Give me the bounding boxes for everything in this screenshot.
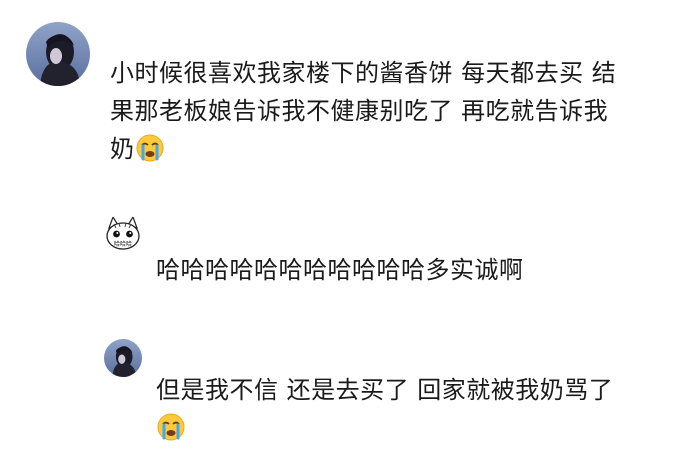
comment-line: 奶 xyxy=(110,135,135,163)
crying-face-icon xyxy=(135,133,165,163)
user-avatar[interactable] xyxy=(26,22,90,86)
user-avatar[interactable] xyxy=(104,339,142,377)
reply-text: 哈哈哈哈哈哈哈哈哈哈哈多实诚啊 xyxy=(156,256,524,284)
comment-line: 果那老板娘告诉我不健康别吃了 再吃就告诉我 xyxy=(110,97,609,125)
comment-text: 小时候很喜欢我家楼下的酱香饼 每天都去买 结 果那老板娘告诉我不健康别吃了 再吃… xyxy=(110,54,670,168)
girl-dark-hair-icon xyxy=(26,22,90,86)
girl-dark-hair-icon xyxy=(104,339,142,377)
user-avatar[interactable]: 哈哈哈 xyxy=(104,214,142,252)
crying-face-icon xyxy=(156,412,186,442)
comment-line: 小时候很喜欢我家楼下的酱香饼 每天都去买 结 xyxy=(110,59,617,87)
avatar-caption: 哈哈哈 xyxy=(113,241,132,248)
reply-text: 但是我不信 还是去买了 回家就被我奶骂了 xyxy=(156,371,676,447)
comment-line: 但是我不信 还是去买了 回家就被我奶骂了 xyxy=(156,376,614,404)
